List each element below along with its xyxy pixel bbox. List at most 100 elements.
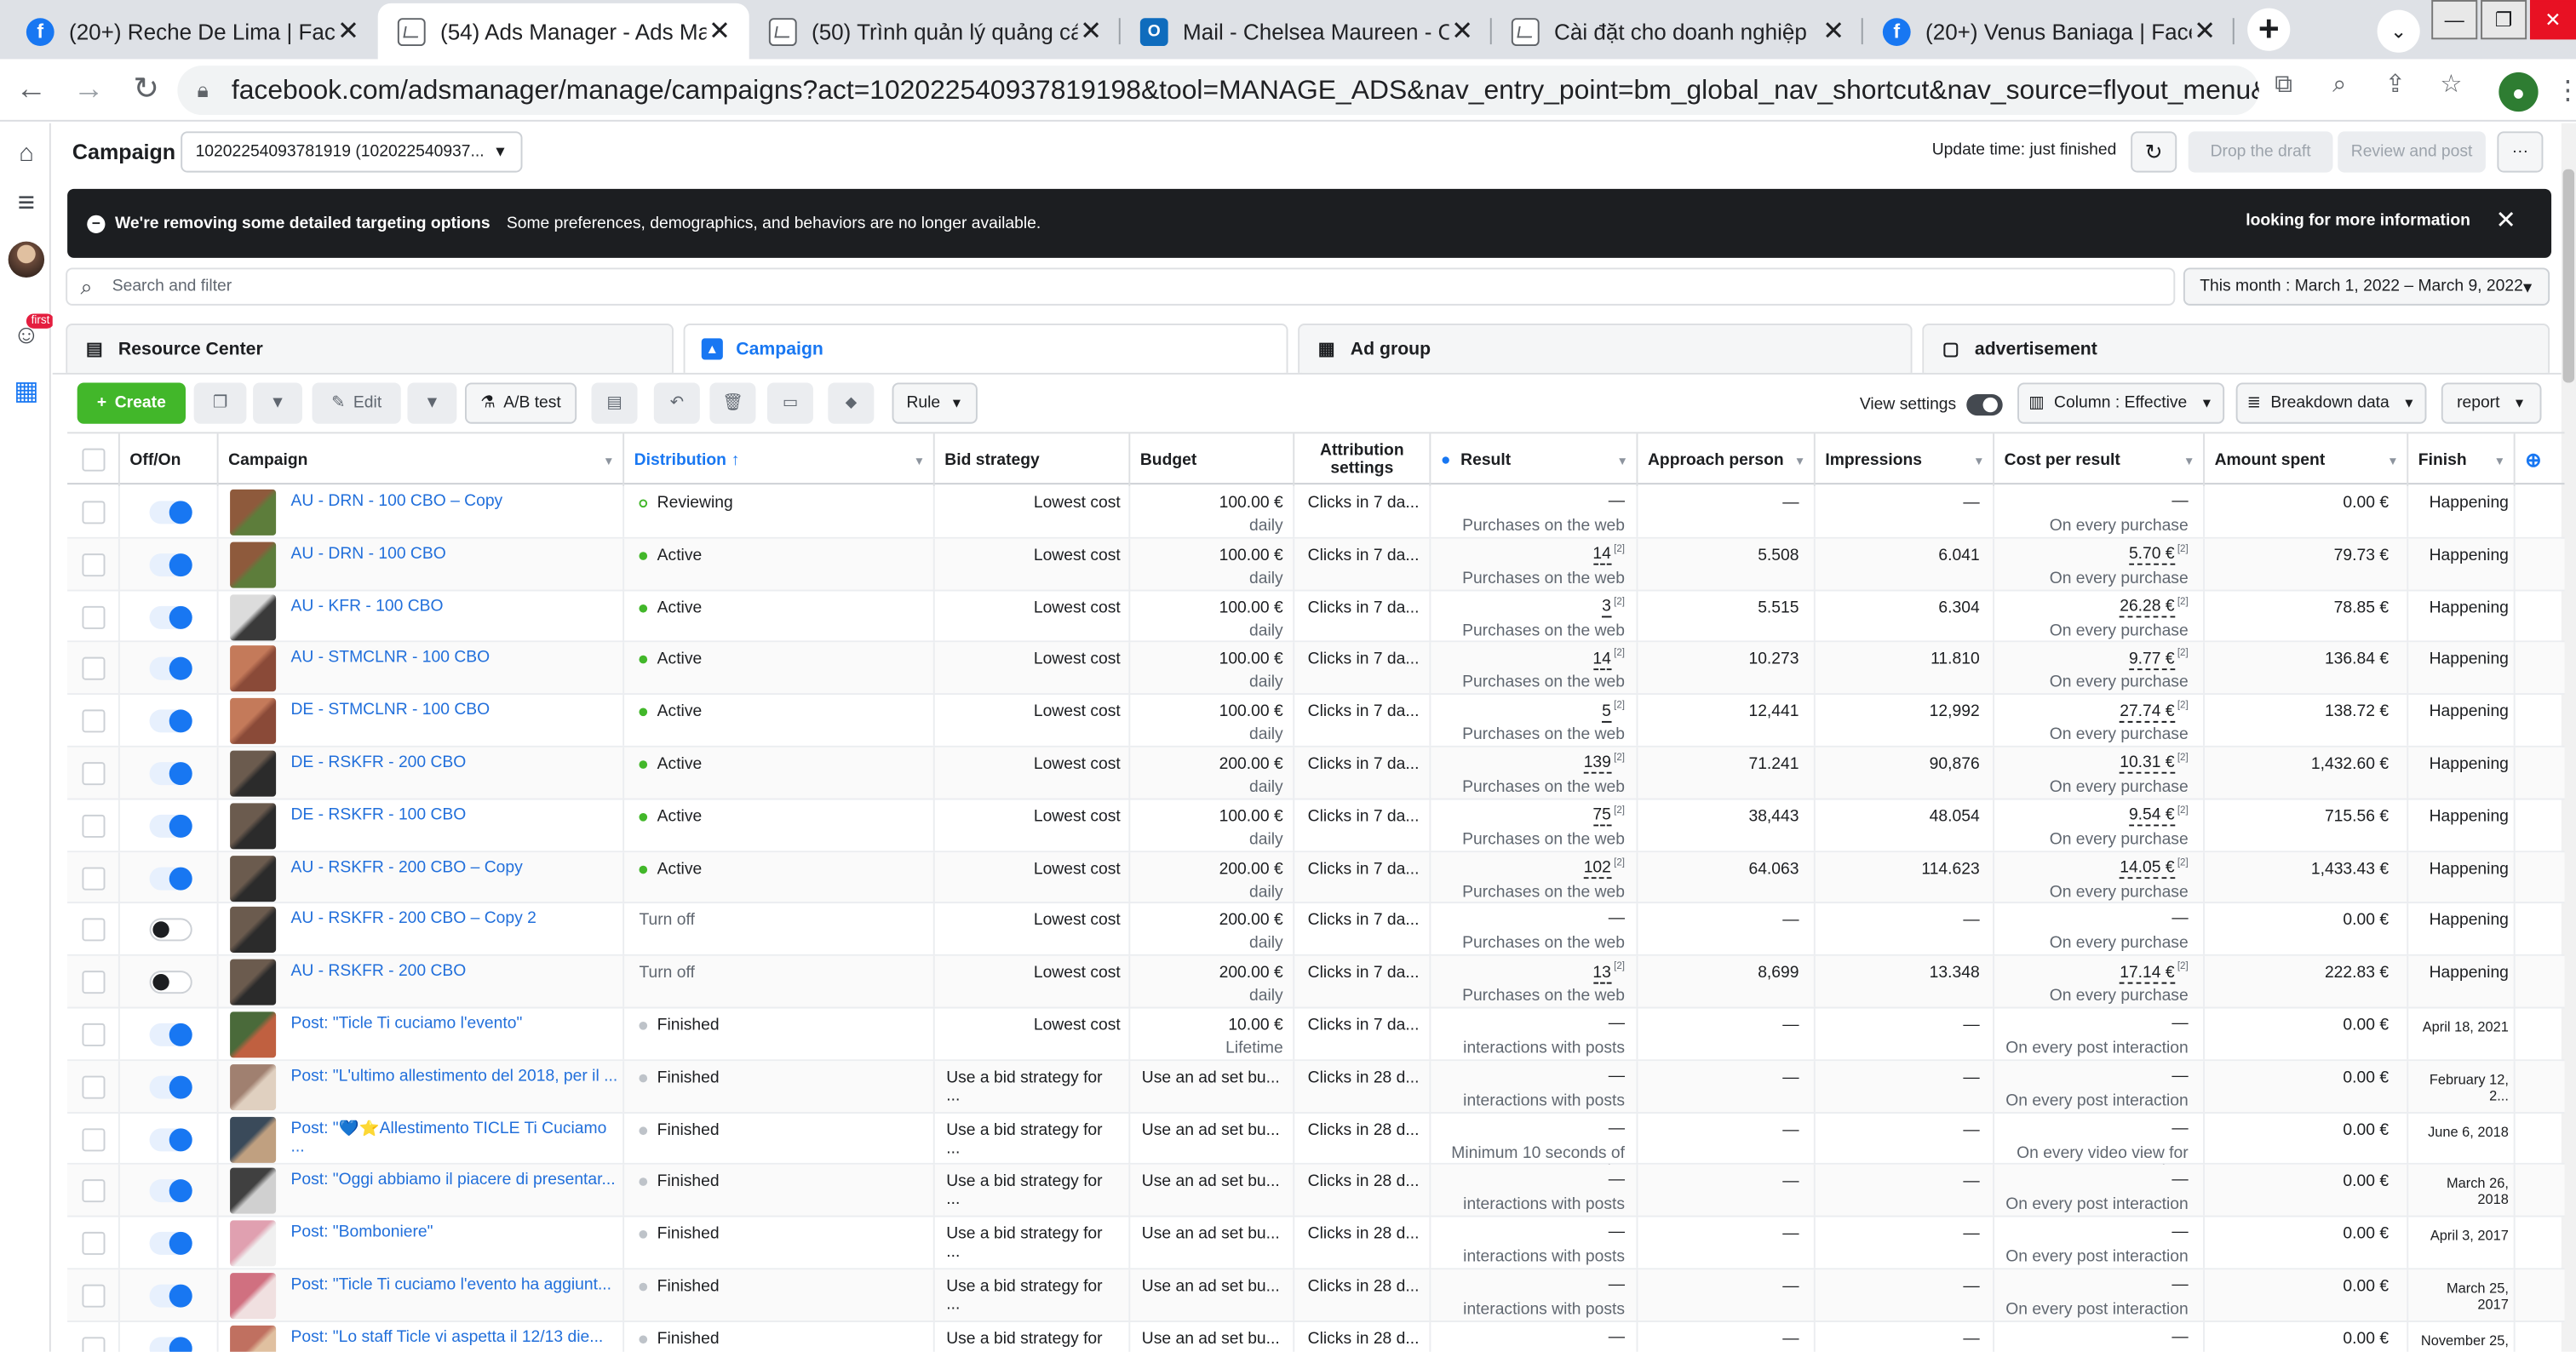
campaign-name-link[interactable]: AU - RSKFR - 200 CBO – Copy 2 (290, 911, 619, 929)
table-row[interactable]: AU - RSKFR - 200 CBO Turn off Lowest cost 2… (67, 956, 2565, 1009)
on-off-toggle[interactable] (149, 919, 192, 942)
on-off-toggle[interactable] (149, 605, 192, 629)
close-tab-icon[interactable]: ✕ (1449, 14, 1476, 48)
refresh-icon[interactable]: ↻ (2131, 131, 2177, 173)
trash-icon[interactable]: 🗑︎ (709, 382, 756, 424)
toggle-switch[interactable] (1965, 394, 2003, 416)
menu-hamburger-icon[interactable]: ≡ (10, 185, 43, 219)
row-checkbox[interactable] (82, 657, 106, 681)
table-row[interactable]: AU - RSKFR - 200 CBO – Copy 2 Turn off Low… (67, 903, 2565, 957)
on-off-toggle[interactable] (149, 971, 192, 994)
tab-search-chevron-icon[interactable]: ⌄ (2377, 9, 2420, 53)
on-off-toggle[interactable] (149, 501, 192, 524)
header-reach[interactable]: Approach person ▼ (1638, 433, 1816, 487)
row-checkbox[interactable] (82, 1075, 106, 1099)
search-filter-input[interactable]: ⌕ Search and filter (66, 267, 2176, 306)
table-row[interactable]: Post: "Ticle Ti cuciamo l'evento" Finishe… (67, 1008, 2565, 1061)
close-tab-icon[interactable]: ✕ (1078, 14, 1104, 48)
browser-tab[interactable]: (50) Trình quản lý quảng cáo ✕ (749, 3, 1121, 60)
back-arrow-icon[interactable]: ← (5, 63, 58, 116)
row-checkbox[interactable] (82, 971, 106, 994)
campaign-name-link[interactable]: AU - RSKFR - 200 CBO – Copy (290, 858, 619, 876)
campaign-name-link[interactable]: Post: "Ticle Ti cuciamo l'evento" (290, 1015, 619, 1033)
table-row[interactable]: Post: "Bomboniere" Finished Use a bid stra… (67, 1217, 2565, 1270)
banner-more-info-link[interactable]: looking for more information (2246, 212, 2470, 230)
on-off-toggle[interactable] (149, 1179, 192, 1203)
close-tab-icon[interactable]: ✕ (2192, 14, 2218, 48)
bookmark-star-icon[interactable]: ☆ (2435, 69, 2468, 99)
campaign-name-link[interactable]: AU - STMCLNR - 100 CBO (290, 650, 619, 667)
campaign-name-link[interactable]: AU - KFR - 100 CBO (290, 597, 619, 615)
duplicate-icon[interactable]: ❐ (193, 382, 247, 424)
row-checkbox[interactable] (82, 1284, 106, 1308)
on-off-toggle[interactable] (149, 553, 192, 576)
header-cost-per-result[interactable]: Cost per result ▼ (1994, 433, 2205, 487)
campaign-name-link[interactable]: Post: "Ticle Ti cuciamo l'evento ha aggi… (290, 1276, 619, 1294)
header-campaign[interactable]: Campaign ▼ (219, 433, 625, 487)
edit-button[interactable]: ✎ Edit (312, 382, 401, 424)
rule-button[interactable]: Rule ▼ (892, 382, 978, 424)
row-checkbox[interactable] (82, 762, 106, 786)
minimize-icon[interactable]: — (2431, 0, 2478, 40)
tag-icon[interactable]: ⬥ (828, 382, 875, 424)
table-row[interactable]: DE - RSKFR - 100 CBO Active Lowest cost 100… (67, 799, 2565, 852)
browser-tab[interactable]: f (20+) Reche De Lima | Facebook ✕ (7, 3, 378, 60)
row-checkbox[interactable] (82, 1232, 106, 1256)
browser-tab[interactable]: f (20+) Venus Baniaga | Facebook ✕ (1863, 3, 2235, 60)
campaign-name-link[interactable]: Post: "Lo staff Ticle vi aspetta il 12/1… (290, 1328, 619, 1346)
close-tab-icon[interactable]: ✕ (1821, 14, 1847, 48)
forward-arrow-icon[interactable]: → (62, 63, 115, 116)
create-button[interactable]: + Create (77, 382, 186, 424)
campaign-selector[interactable]: 10202254093781919 (102022540937... ▼ (181, 131, 523, 173)
table-row[interactable]: AU - DRN - 100 CBO – Copy Reviewing Lowest… (67, 486, 2565, 539)
campaigns-table-icon[interactable]: ▦ (10, 375, 43, 408)
row-checkbox[interactable] (82, 1336, 106, 1352)
zoom-icon[interactable]: ⌕ (2323, 70, 2356, 98)
row-checkbox[interactable] (82, 709, 106, 733)
on-off-toggle[interactable] (149, 1023, 192, 1046)
browser-tab-active[interactable]: (54) Ads Manager - Ads Manager ✕ (377, 3, 749, 60)
duplicate-dropdown-icon[interactable]: ▼ (253, 382, 302, 424)
on-off-toggle[interactable] (149, 1232, 192, 1256)
window-close-icon[interactable]: ✕ (2529, 0, 2576, 40)
table-row[interactable]: Post: "Ticle Ti cuciamo l'evento ha aggi… (67, 1269, 2565, 1322)
table-row[interactable]: AU - STMCLNR - 100 CBO Active Lowest cost 1… (67, 643, 2565, 696)
row-checkbox[interactable] (82, 1127, 106, 1151)
campaign-name-link[interactable]: Post: "L'ultimo allestimento del 2018, p… (290, 1068, 619, 1086)
header-amount-spent[interactable]: Amount spent ▼ (2205, 433, 2409, 487)
edit-dropdown-icon[interactable]: ▼ (407, 382, 457, 424)
row-checkbox[interactable] (82, 919, 106, 942)
table-row[interactable]: Post: "💙⭐Allestimento TICLE Ti Cuciamo .… (67, 1113, 2565, 1180)
tab-campaign[interactable]: ▲ Campaign (683, 324, 1288, 373)
browser-tab[interactable]: O Mail - Chelsea Maureen - Outlook ✕ (1121, 3, 1492, 60)
row-checkbox[interactable] (82, 866, 106, 890)
on-off-toggle[interactable] (149, 709, 192, 733)
campaign-name-link[interactable]: Post: "Oggi abbiamo il piacere di presen… (290, 1172, 619, 1189)
on-off-toggle[interactable] (149, 1075, 192, 1099)
header-impressions[interactable]: Impressions ▼ (1816, 433, 1995, 487)
campaign-name-link[interactable]: AU - DRN - 100 CBO – Copy (290, 493, 619, 511)
campaign-name-link[interactable]: Post: "💙⭐Allestimento TICLE Ti Cuciamo .… (290, 1120, 619, 1155)
on-off-toggle[interactable] (149, 1127, 192, 1151)
row-checkbox[interactable] (82, 814, 106, 838)
on-off-toggle[interactable] (149, 762, 192, 786)
table-row[interactable]: Post: "Lo staff Ticle vi aspetta il 12/1… (67, 1321, 2564, 1352)
campaign-name-link[interactable]: DE - RSKFR - 100 CBO (290, 806, 619, 824)
clipboard-icon[interactable]: ▤ (591, 382, 638, 424)
row-checkbox[interactable] (82, 605, 106, 629)
table-row[interactable]: AU - RSKFR - 200 CBO – Copy Active Lowest … (67, 851, 2565, 904)
breakdown-dropdown[interactable]: ≣ Breakdown data ▼ (2235, 382, 2427, 424)
campaign-name-link[interactable]: DE - STMCLNR - 100 CBO (290, 702, 619, 719)
header-finish[interactable]: Finish ▼ (2408, 433, 2516, 487)
on-off-toggle[interactable] (149, 866, 192, 890)
on-off-toggle[interactable] (149, 1284, 192, 1308)
report-dropdown[interactable]: report ▼ (2441, 382, 2542, 424)
campaign-name-link[interactable]: Post: "Bomboniere" (290, 1224, 619, 1242)
row-checkbox[interactable] (82, 553, 106, 576)
row-checkbox[interactable] (82, 1179, 106, 1203)
header-budget[interactable]: Budget (1130, 433, 1295, 487)
row-checkbox[interactable] (82, 1023, 106, 1046)
campaign-name-link[interactable]: AU - DRN - 100 CBO (290, 545, 619, 563)
address-bar[interactable]: 🔒︎ facebook.com/adsmanager/manage/campai… (177, 66, 2259, 116)
table-row[interactable]: Post: "L'ultimo allestimento del 2018, p… (67, 1060, 2565, 1114)
